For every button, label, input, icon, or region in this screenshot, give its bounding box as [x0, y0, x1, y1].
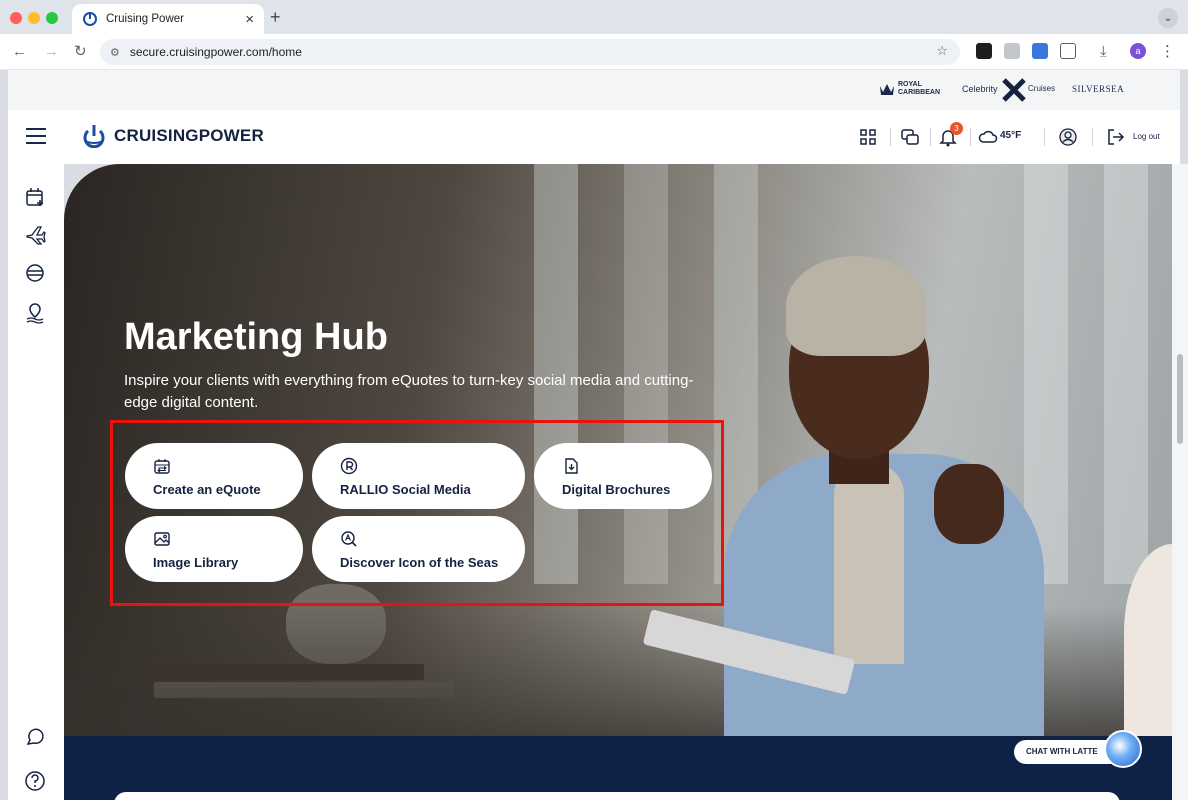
silversea-logo[interactable]: SILVERSEA	[1072, 84, 1124, 94]
temperature-text: 45°F	[1000, 130, 1022, 141]
bottom-section	[64, 736, 1172, 800]
address-bar[interactable]: ⚙ secure.cruisingpower.com/home ☆	[100, 39, 960, 65]
celebrity-cruises-text: Cruises	[1028, 84, 1056, 93]
hero-background-window	[1104, 164, 1148, 584]
browser-tab[interactable]: Cruising Power ×	[72, 4, 264, 34]
chat-bubbles-icon[interactable]	[900, 127, 920, 147]
header-divider	[1092, 128, 1093, 146]
cruisingpower-logo[interactable]: CRUISINGPOWER	[82, 124, 264, 148]
site-settings-icon[interactable]: ⚙	[110, 46, 120, 59]
forward-icon[interactable]: →	[44, 42, 59, 62]
tab-search-icon[interactable]: ⌄	[1158, 8, 1178, 28]
header-divider	[1044, 128, 1045, 146]
cloud-weather-icon	[978, 130, 998, 143]
left-rail	[8, 164, 64, 800]
celebrity-logo[interactable]: Celebrity	[962, 84, 998, 94]
royal-caribbean-crown-icon	[880, 84, 894, 95]
latte-chat-orb-icon[interactable]	[1104, 730, 1142, 768]
globe-icon[interactable]	[24, 262, 46, 284]
celebrity-x-icon	[1002, 78, 1026, 102]
close-window-button[interactable]	[10, 12, 22, 24]
logout-button[interactable]: Log out	[1133, 132, 1160, 141]
royal-caribbean-logo[interactable]: ROYAL CARIBBEAN	[898, 81, 940, 97]
new-tab-button[interactable]: +	[270, 8, 281, 26]
page-subtitle: Inspire your clients with everything fro…	[124, 372, 694, 411]
cruisingpower-logo-icon	[83, 125, 105, 148]
hero-person-hand	[934, 464, 1004, 544]
profile-avatar[interactable]: a	[1130, 43, 1146, 59]
browser-tab-strip: Cruising Power × + ⌄	[0, 0, 1188, 36]
minimize-window-button[interactable]	[28, 12, 40, 24]
tab-close-icon[interactable]: ×	[245, 12, 254, 27]
royal-line2: CARIBBEAN	[898, 89, 940, 96]
hero-person-top	[834, 464, 904, 664]
highlight-box	[110, 420, 724, 606]
hero-person-hair	[786, 256, 926, 356]
page-title: Marketing Hub	[124, 316, 388, 358]
browser-toolbar: ← → ↻ ⚙ secure.cruisingpower.com/home ☆ …	[0, 34, 1188, 70]
extension-icon[interactable]	[976, 43, 992, 59]
chat-support-icon[interactable]	[24, 726, 46, 748]
apps-grid-icon[interactable]	[858, 127, 878, 147]
help-question-icon[interactable]	[24, 770, 46, 792]
notification-badge: 3	[950, 122, 963, 135]
document-extension-icon[interactable]	[1032, 43, 1048, 59]
royal-line1: ROYAL	[898, 81, 922, 88]
camera-extension-icon[interactable]	[1004, 43, 1020, 59]
download-icon[interactable]: ⤓	[1100, 42, 1107, 62]
calendar-add-icon[interactable]	[24, 186, 46, 208]
brand-strip: ROYAL CARIBBEAN Celebrity Cruises SILVER…	[8, 70, 1180, 110]
bookmark-star-icon[interactable]: ☆	[936, 43, 948, 59]
scrollbar-thumb[interactable]	[1177, 354, 1183, 444]
airplane-icon[interactable]	[24, 224, 46, 246]
tab-title: Cruising Power	[106, 13, 184, 25]
back-icon[interactable]: ←	[12, 42, 27, 62]
browser-menu-icon[interactable]: ⋮	[1160, 42, 1175, 60]
extensions-puzzle-icon[interactable]	[1060, 43, 1076, 59]
user-account-icon[interactable]	[1058, 127, 1078, 147]
url-text: secure.cruisingpower.com/home	[129, 45, 302, 59]
menu-icon[interactable]	[26, 128, 46, 144]
logout-icon[interactable]	[1106, 127, 1126, 147]
page-scrollbar[interactable]	[1172, 164, 1188, 800]
reload-icon[interactable]: ↻	[74, 42, 87, 62]
header-divider	[930, 128, 931, 146]
location-pin-icon[interactable]	[24, 302, 46, 324]
cruisingpower-favicon-icon	[83, 12, 97, 26]
header-divider	[890, 128, 891, 146]
logo-text: CRUISINGPOWER	[114, 126, 264, 145]
maximize-window-button[interactable]	[46, 12, 58, 24]
bottom-card	[114, 792, 1120, 800]
site-header: CRUISINGPOWER 3 45°F Log out	[8, 110, 1180, 164]
header-divider	[970, 128, 971, 146]
